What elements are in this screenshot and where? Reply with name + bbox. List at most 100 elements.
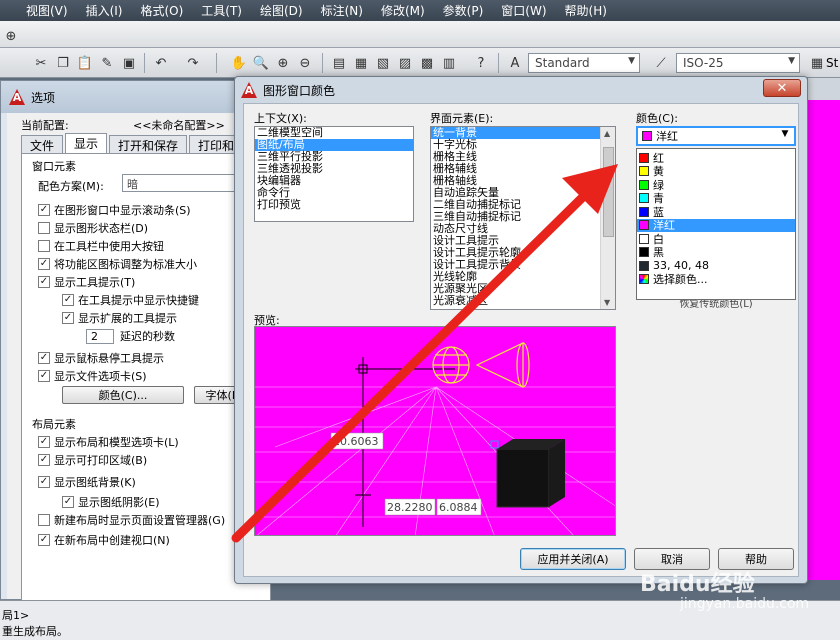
options-body: 当前配置: <<未命名配置>> 文件 显示 打开和保存 打印和发 窗口元素 配色… bbox=[7, 113, 271, 633]
tab-open-save[interactable]: 打开和保存 bbox=[109, 135, 188, 153]
block-editor-icon[interactable]: ▣ bbox=[120, 54, 138, 72]
checkbox[interactable]: ✓ bbox=[38, 258, 50, 270]
scroll-thumb[interactable] bbox=[603, 147, 614, 237]
option-scrollbars[interactable]: ✓ 在图形窗口中显示滚动条(S) bbox=[38, 202, 191, 218]
dialog-body: 上下文(X): 二维模型空间 图纸/布局 三维平行投影 三维透视投影 块编辑器 … bbox=[243, 103, 799, 577]
color-option-black[interactable]: 黑 bbox=[637, 246, 795, 259]
menu-insert[interactable]: 插入(I) bbox=[77, 2, 132, 19]
checkbox[interactable] bbox=[38, 240, 50, 252]
menu-parameters[interactable]: 参数(P) bbox=[434, 2, 493, 19]
checkbox[interactable] bbox=[38, 514, 50, 526]
option-extended-tooltips[interactable]: ✓ 显示扩展的工具提示 bbox=[62, 310, 177, 326]
option-file-tabs[interactable]: ✓ 显示文件选项卡(S) bbox=[38, 368, 147, 384]
context-list[interactable]: 二维模型空间 图纸/布局 三维平行投影 三维透视投影 块编辑器 命令行 打印预览 bbox=[254, 126, 414, 222]
zoom-previous-icon[interactable]: ⊖ bbox=[296, 54, 314, 72]
color-option-select-color[interactable]: 选择颜色... bbox=[637, 273, 795, 286]
copy-icon[interactable]: ❐ bbox=[54, 54, 72, 72]
chevron-down-icon[interactable]: ▼ bbox=[778, 129, 792, 143]
menu-dimension[interactable]: 标注(N) bbox=[312, 2, 372, 19]
cut-icon[interactable]: ✂ bbox=[32, 54, 50, 72]
autocad-logo-icon: A bbox=[9, 89, 25, 105]
text-style-icon[interactable]: A bbox=[506, 54, 524, 72]
restore-classic-colors-button[interactable]: 恢复传统颜色(L) bbox=[636, 300, 796, 312]
help-icon[interactable]: ? bbox=[472, 54, 490, 72]
sheet-set-icon[interactable]: ▨ bbox=[396, 54, 414, 72]
text-style-combo[interactable]: Standard ▼ bbox=[528, 53, 640, 73]
checkbox[interactable]: ✓ bbox=[38, 352, 50, 364]
option-tooltips[interactable]: ✓ 显示工具提示(T) bbox=[38, 274, 135, 290]
checkbox[interactable]: ✓ bbox=[38, 436, 50, 448]
option-paper-shadow[interactable]: ✓ 显示图纸阴影(E) bbox=[62, 494, 160, 510]
color-swatch bbox=[639, 166, 649, 177]
option-large-buttons[interactable]: 在工具栏中使用大按钮 bbox=[38, 238, 164, 254]
list-item[interactable]: 打印预览 bbox=[255, 199, 413, 211]
checkbox[interactable]: ✓ bbox=[38, 476, 50, 488]
color-swatch bbox=[639, 193, 649, 204]
option-rollover-tooltips[interactable]: ✓ 显示鼠标悬停工具提示 bbox=[38, 350, 164, 366]
option-page-setup-manager[interactable]: 新建布局时显示页面设置管理器(G) bbox=[38, 512, 225, 528]
color-scheme-select[interactable]: 暗 ▼ bbox=[122, 174, 252, 192]
checkbox[interactable]: ✓ bbox=[62, 294, 74, 306]
chevron-down-icon[interactable]: ▼ bbox=[604, 298, 610, 307]
option-create-viewport[interactable]: ✓ 在新布局中创建视口(N) bbox=[38, 532, 170, 548]
color-swatch bbox=[639, 260, 649, 271]
option-label: 显示图纸背景(K) bbox=[54, 476, 136, 489]
undo-icon[interactable]: ↶ bbox=[152, 54, 170, 72]
color-swatch bbox=[642, 131, 652, 141]
autocad-logo-icon: A bbox=[241, 82, 257, 98]
option-paper-background[interactable]: ✓ 显示图纸背景(K) bbox=[38, 474, 136, 490]
list-item[interactable]: 光源衰减区 bbox=[431, 295, 615, 307]
checkbox[interactable] bbox=[38, 222, 50, 234]
color-swatch bbox=[639, 247, 649, 258]
checkbox[interactable]: ✓ bbox=[38, 370, 50, 382]
properties-icon[interactable]: ▤ bbox=[330, 54, 348, 72]
paste-icon[interactable]: 📋 bbox=[76, 54, 94, 72]
checkbox[interactable]: ✓ bbox=[62, 312, 74, 324]
color-dropdown-list[interactable]: 红 黄 绿 青 蓝 洋红 白 黑 33, 40, 48 选择颜色... bbox=[636, 148, 796, 300]
tool-palettes-icon[interactable]: ▧ bbox=[374, 54, 392, 72]
checkbox[interactable]: ✓ bbox=[38, 454, 50, 466]
scrollbar[interactable]: ▲ ▼ bbox=[600, 127, 615, 309]
markup-icon[interactable]: ▩ bbox=[418, 54, 436, 72]
close-icon[interactable]: ✕ bbox=[763, 79, 801, 97]
dialog-title: 图形窗口颜色 bbox=[263, 83, 336, 98]
delay-input[interactable]: 2 bbox=[86, 328, 114, 344]
checkbox[interactable]: ✓ bbox=[62, 496, 74, 508]
apply-close-button[interactable]: 应用并关闭(A) bbox=[520, 548, 626, 570]
option-shortcut-tooltips[interactable]: ✓ 在工具提示中显示快捷键 bbox=[62, 292, 199, 308]
calculator-icon[interactable]: ▥ bbox=[440, 54, 458, 72]
option-layout-tabs[interactable]: ✓ 显示布局和模型选项卡(L) bbox=[38, 434, 179, 450]
option-status-bar[interactable]: 显示图形状态栏(D) bbox=[38, 220, 148, 236]
tab-files[interactable]: 文件 bbox=[21, 135, 64, 153]
dim-style-icon[interactable]: ⟋ bbox=[652, 54, 670, 72]
menu-help[interactable]: 帮助(H) bbox=[556, 2, 616, 19]
checkbox[interactable]: ✓ bbox=[38, 534, 50, 546]
chevron-up-icon[interactable]: ▲ bbox=[604, 129, 610, 138]
menu-format[interactable]: 格式(O) bbox=[131, 2, 192, 19]
zoom-realtime-icon[interactable]: 🔍 bbox=[252, 54, 270, 72]
option-ribbon-icons[interactable]: ✓ 将功能区图标调整为标准大小 bbox=[38, 256, 197, 272]
option-label: 在新布局中创建视口(N) bbox=[54, 534, 170, 547]
option-printable-area[interactable]: ✓ 显示可打印区域(B) bbox=[38, 452, 147, 468]
zoom-window-icon[interactable]: ⊕ bbox=[274, 54, 292, 72]
profile-value: <<未命名配置>> bbox=[133, 119, 225, 132]
watermark-url: jingyan.baidu.com bbox=[680, 596, 810, 612]
color-select[interactable]: 洋红 ▼ bbox=[636, 126, 796, 146]
menu-draw[interactable]: 绘图(D) bbox=[251, 2, 312, 19]
dim-style-combo[interactable]: ISO-25 ▼ bbox=[676, 53, 800, 73]
match-properties-icon[interactable]: ✎ bbox=[98, 54, 116, 72]
add-tab-icon[interactable]: ⊕ bbox=[2, 27, 20, 45]
colors-button[interactable]: 颜色(C)... bbox=[62, 386, 184, 404]
design-center-icon[interactable]: ▦ bbox=[352, 54, 370, 72]
pan-icon[interactable]: ✋ bbox=[230, 54, 248, 72]
redo-icon[interactable]: ↷ bbox=[184, 54, 202, 72]
checkbox[interactable]: ✓ bbox=[38, 276, 50, 288]
tab-display[interactable]: 显示 bbox=[65, 133, 108, 153]
menu-modify[interactable]: 修改(M) bbox=[372, 2, 434, 19]
menu-view[interactable]: 视图(V) bbox=[0, 2, 77, 19]
checkbox[interactable]: ✓ bbox=[38, 204, 50, 216]
menu-tools[interactable]: 工具(T) bbox=[192, 2, 251, 19]
interface-element-list[interactable]: 统一背景 十字光标 栅格主线 栅格辅线 栅格轴线 自动追踪矢量 二维自动捕捉标记… bbox=[430, 126, 616, 310]
menu-window[interactable]: 窗口(W) bbox=[492, 2, 555, 19]
table-style-icon[interactable]: ▦ bbox=[808, 54, 826, 72]
